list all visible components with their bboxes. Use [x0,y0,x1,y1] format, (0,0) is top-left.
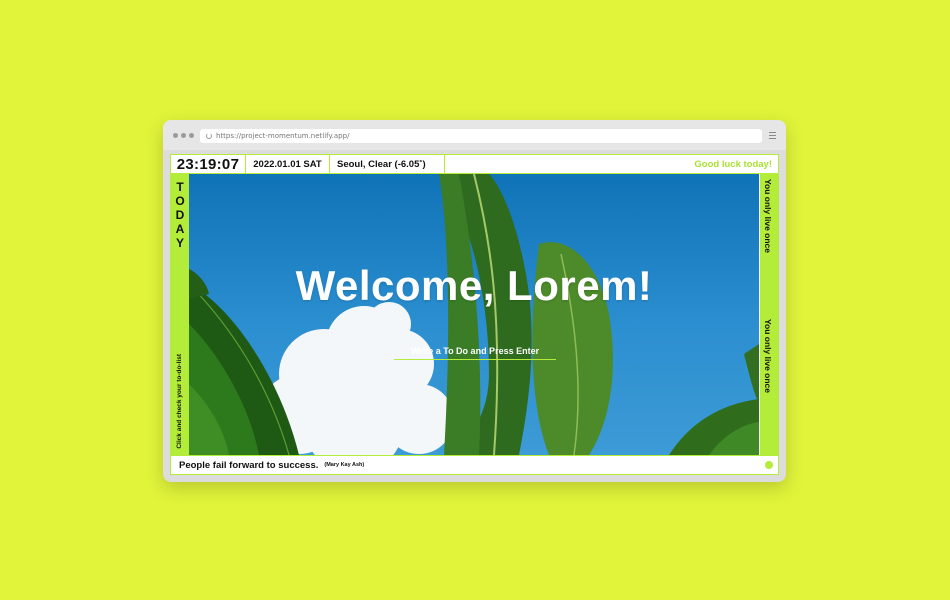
window-dot-close[interactable] [173,133,178,138]
greeting-text: Good luck today! [694,158,772,170]
window-controls [173,133,194,138]
todo-hint[interactable]: Click and check your to-do-list [176,354,183,449]
quote-text: People fail forward to success. [179,459,319,471]
window-dot-maximize[interactable] [189,133,194,138]
hero-background: Welcome, Lorem! [189,174,759,455]
clock: 23:19:07 [171,155,246,173]
leaf-center [439,174,532,455]
menu-icon[interactable] [769,132,776,139]
motto-text: You only live once [763,179,773,253]
quote-author: (Mary Kay Ash) [324,462,365,468]
today-title: T O D A Y [171,180,189,250]
app-frame: 23:19:07 2022.01.01 SAT Seoul, Clear (-6… [170,154,779,475]
left-sidebar: T O D A Y Click and check your to-do-lis… [171,174,189,455]
address-url: https://project-momentum.netlify.app/ [216,132,350,140]
date: 2022.01.01 SAT [246,155,330,173]
welcome-heading: Welcome, Lorem! [295,262,653,309]
motto-text: You only live once [763,319,773,393]
banana-leaves-image [189,174,759,455]
today-letter: A [175,222,185,236]
todo-input[interactable] [394,342,556,360]
today-letter: D [175,208,185,222]
address-bar[interactable]: https://project-momentum.netlify.app/ [200,129,762,143]
right-sidebar: You only live once You only live once [760,174,778,455]
today-letter: O [175,194,185,208]
bottom-bar: People fail forward to success. (Mary Ka… [171,455,778,474]
weather: Seoul, Clear (-6.05˚) [330,155,445,173]
today-letter: Y [175,236,184,250]
browser-chrome: https://project-momentum.netlify.app/ [163,120,786,150]
status-dot[interactable] [765,460,773,469]
top-bar: 23:19:07 2022.01.01 SAT Seoul, Clear (-6… [171,155,778,174]
browser-window: https://project-momentum.netlify.app/ 23… [163,120,786,482]
window-dot-minimize[interactable] [181,133,186,138]
today-letter: T [176,180,184,194]
reload-icon[interactable] [206,133,212,139]
